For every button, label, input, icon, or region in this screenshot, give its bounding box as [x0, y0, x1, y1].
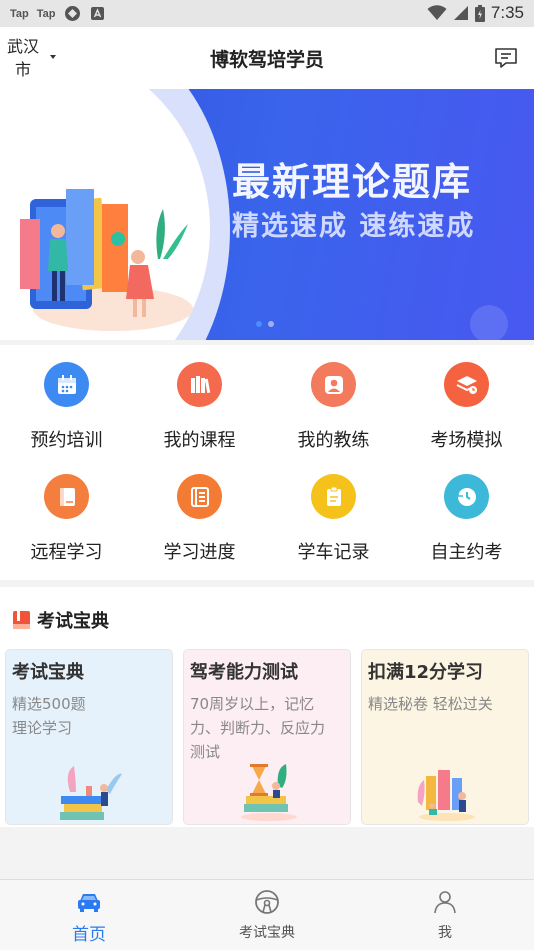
- menu-item-label: 学习进度: [163, 542, 236, 563]
- history-icon: [444, 474, 489, 519]
- card-desc-line: 测试: [190, 743, 221, 761]
- card-driving-ability-test[interactable]: 驾考能力测试 70周岁以上，记忆 力、判断力、反应力 测试: [183, 649, 351, 825]
- books-icon: [177, 362, 222, 407]
- tab-label: 考试宝典: [239, 925, 295, 941]
- app-notification-icon: [64, 6, 80, 21]
- card-desc-line: 精选秘卷 轻松过关: [368, 695, 493, 713]
- tab-home[interactable]: 首页: [0, 880, 178, 950]
- message-icon[interactable]: [493, 45, 519, 71]
- books-illustration: [60, 766, 122, 820]
- menu-item-label: 我的教练: [297, 430, 370, 451]
- banner-headline: 最新理论题库: [232, 160, 473, 204]
- tab-label: 我: [438, 925, 452, 941]
- banner-decoration: [470, 305, 508, 340]
- list-icon: [177, 474, 222, 519]
- menu-item-driving-record[interactable]: 学车记录: [267, 457, 400, 569]
- card-description: 精选秘卷 轻松过关: [368, 692, 528, 716]
- battery-icon: [474, 4, 485, 22]
- menu-item-self-exam-booking[interactable]: 自主约考: [400, 457, 533, 569]
- menu-item-label: 自主约考: [430, 542, 503, 563]
- car-icon: [78, 894, 100, 912]
- feature-grid: 预约培训 我的课程 我的教练 考场模拟 远程学习 学习进度 学车记录 自主约考: [0, 345, 534, 580]
- tab-label: 首页: [72, 925, 106, 945]
- clock: 7:35: [490, 3, 524, 22]
- exam-section: 考试宝典 考试宝典 精选500题 理论学习 驾考能力测试 70周岁以上，记忆 力…: [0, 587, 534, 827]
- calendar-icon: [44, 362, 89, 407]
- banner-illustration: [20, 189, 193, 331]
- section-header: 考试宝典: [12, 607, 109, 633]
- banner-subline: 精选速成 速练速成: [232, 211, 476, 242]
- menu-item-progress[interactable]: 学习进度: [133, 457, 266, 569]
- card-exam-guide[interactable]: 考试宝典 精选500题 理论学习: [5, 649, 173, 825]
- promo-banner[interactable]: 最新理论题库 精选速成 速练速成: [0, 89, 534, 340]
- study-illustration: [417, 770, 475, 821]
- menu-item-label: 我的课程: [163, 430, 236, 451]
- app-header: 武汉 市 博软驾培学员: [0, 27, 534, 89]
- taptap-notification: Tap: [10, 7, 29, 20]
- book-icon: [13, 611, 30, 629]
- card-description: 精选500题 理论学习: [12, 692, 172, 740]
- status-bar: Tap Tap 7:35: [0, 0, 534, 27]
- layers-clock-icon: [444, 362, 489, 407]
- taptap-notification: Tap: [36, 7, 56, 20]
- menu-item-my-courses[interactable]: 我的课程: [133, 345, 266, 457]
- book-icon: [44, 474, 89, 519]
- card-12-points-study[interactable]: 扣满12分学习 精选秘卷 轻松过关: [361, 649, 529, 825]
- menu-item-label: 远程学习: [30, 542, 103, 563]
- hourglass-illustration: [241, 764, 297, 821]
- menu-item-exam-simulation[interactable]: 考场模拟: [400, 345, 533, 457]
- person-icon: [311, 362, 356, 407]
- card-title: 扣满12分学习: [368, 662, 484, 683]
- card-title: 驾考能力测试: [190, 662, 298, 683]
- page-title: 博软驾培学员: [209, 49, 324, 71]
- card-desc-line: 精选500题: [12, 695, 86, 713]
- card-title: 考试宝典: [12, 662, 84, 683]
- bottom-tab-bar: 首页 考试宝典 我: [0, 879, 534, 950]
- menu-item-my-coach[interactable]: 我的教练: [267, 345, 400, 457]
- card-desc-line: 力、判断力、反应力: [190, 719, 326, 737]
- section-title: 考试宝典: [37, 611, 109, 632]
- menu-item-label: 考场模拟: [430, 430, 503, 451]
- steering-wheel-icon: [255, 890, 279, 914]
- tab-me[interactable]: 我: [356, 880, 534, 950]
- menu-item-remote-learning[interactable]: 远程学习: [0, 457, 133, 569]
- carousel-dot[interactable]: [268, 321, 274, 327]
- card-description: 70周岁以上，记忆 力、判断力、反应力 测试: [190, 692, 350, 764]
- menu-item-booking[interactable]: 预约培训: [0, 345, 133, 457]
- card-desc-line: 理论学习: [12, 719, 73, 737]
- notepad-icon: [311, 474, 356, 519]
- user-icon: [434, 891, 456, 914]
- menu-item-label: 预约培训: [30, 430, 103, 451]
- carousel-dot-active[interactable]: [256, 321, 262, 327]
- app-notification-icon: [90, 7, 104, 20]
- menu-item-label: 学车记录: [297, 542, 370, 563]
- signal-icon: [453, 6, 468, 20]
- wifi-icon: [427, 5, 447, 20]
- carousel-indicator: [256, 321, 274, 327]
- card-desc-line: 70周岁以上，记忆: [190, 695, 315, 713]
- tab-exam-guide[interactable]: 考试宝典: [178, 880, 356, 950]
